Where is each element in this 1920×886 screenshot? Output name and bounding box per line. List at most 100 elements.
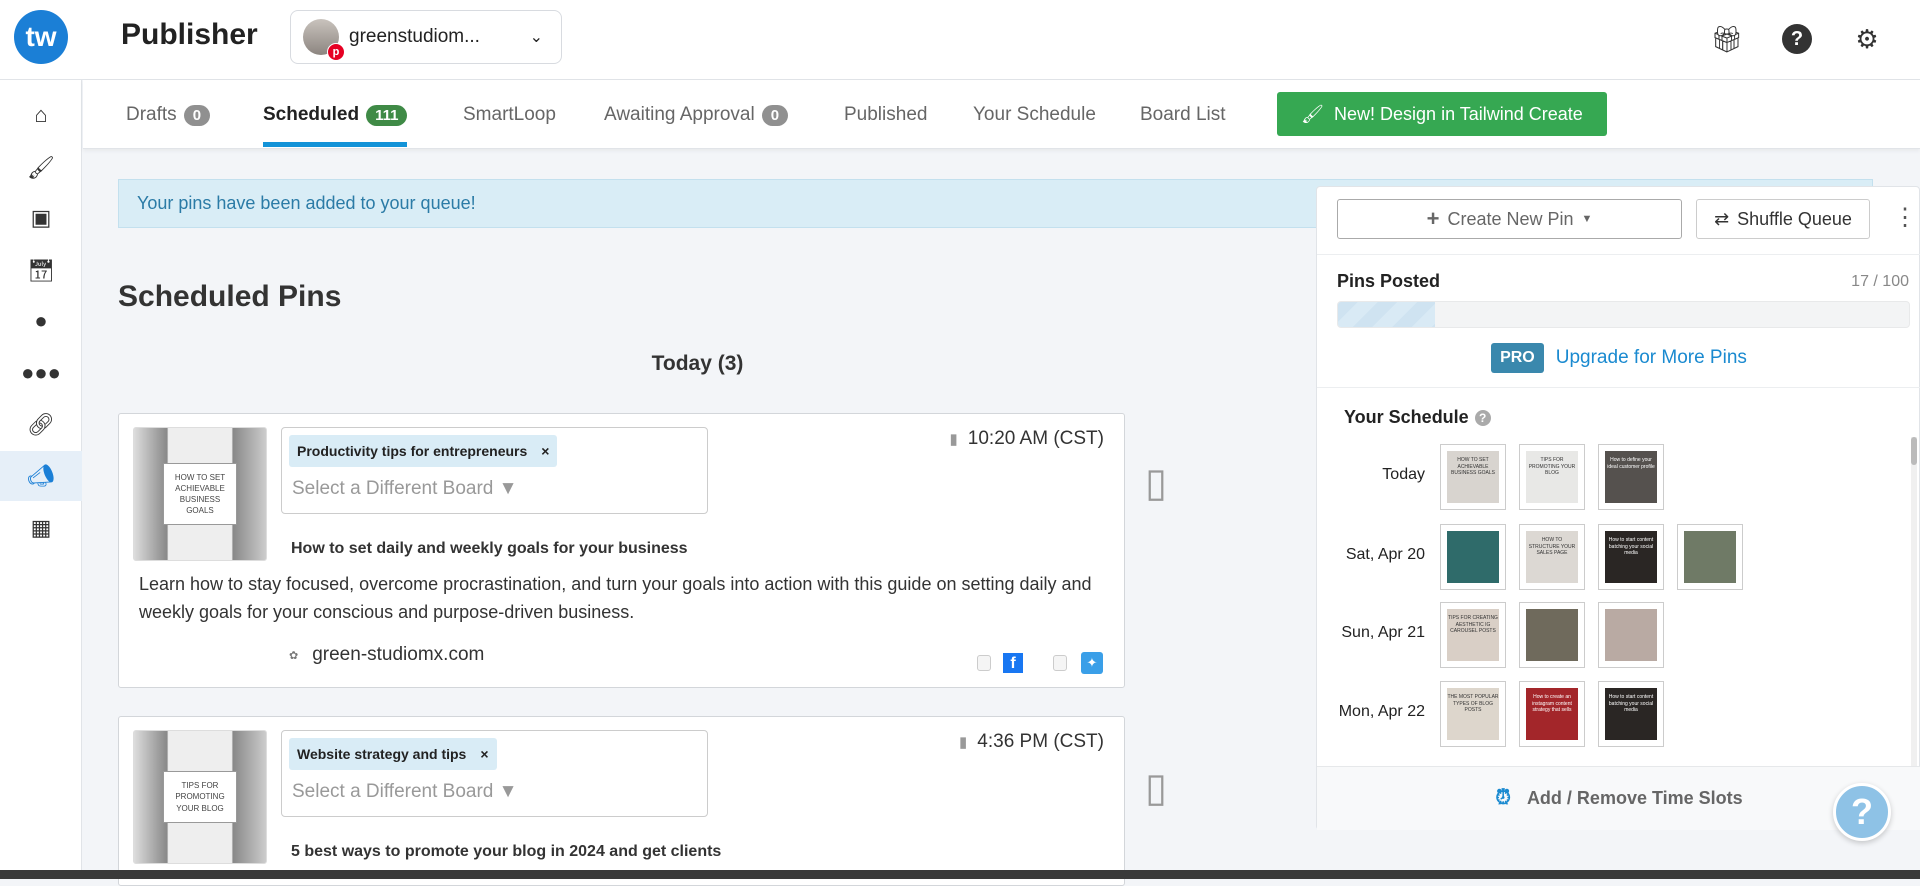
- tab-scheduled[interactable]: Scheduled 111: [263, 102, 408, 147]
- brush-icon[interactable]: 🖌︎: [0, 143, 82, 193]
- scheduled-pin-thumbnail[interactable]: TIPS FOR CREATING AESTHETIC IG CAROUSEL …: [1440, 602, 1506, 668]
- count-badge: 0: [183, 104, 211, 126]
- account-selector[interactable]: p greenstudiom... ⌄: [290, 10, 562, 64]
- scheduled-pin-thumbnail[interactable]: [1519, 602, 1585, 668]
- create-new-pin-button[interactable]: + Create New Pin ▼: [1337, 199, 1682, 239]
- board-selector[interactable]: Productivity tips for entrepreneurs × Sel…: [281, 427, 708, 514]
- design-in-tailwind-create-button[interactable]: 🖌︎ New! Design in Tailwind Create: [1277, 92, 1607, 136]
- schedule-day-label: Today: [1382, 466, 1425, 483]
- help-icon[interactable]: ?: [1782, 24, 1812, 54]
- chevron-down-icon: ⌄: [529, 29, 543, 46]
- thumbnail-text: How to start content batching your socia…: [1605, 531, 1657, 583]
- scheduled-pin-thumbnail[interactable]: [1677, 524, 1743, 590]
- help-icon[interactable]: ?: [1474, 409, 1491, 426]
- calendar-icon: ▮: [949, 431, 958, 448]
- heading-text: Your Schedule: [1344, 407, 1469, 427]
- calendar-icon: ▮: [959, 734, 968, 751]
- page-title: Publisher: [121, 18, 258, 51]
- tab-awaiting-approval[interactable]: Awaiting Approval 0: [604, 102, 789, 128]
- scheduled-pin-thumbnail[interactable]: How to start content batching your socia…: [1598, 524, 1664, 590]
- tab-your-schedule[interactable]: Your Schedule: [973, 102, 1096, 128]
- schedule-row: Mon, Apr 22 THE MOST POPULAR TYPES OF BLO…: [1317, 681, 1913, 751]
- board-chip: Productivity tips for entrepreneurs ×: [289, 435, 558, 467]
- pin-thumbnail[interactable]: HOW TO SET ACHIEVABLE BUSINESS GOALS: [133, 427, 267, 561]
- pinterest-icon: p: [327, 43, 345, 61]
- twitter-checkbox[interactable]: [1053, 655, 1067, 671]
- thumbnail-text: TIPS FOR PROMOTING YOUR BLOG: [163, 771, 237, 823]
- thumbnail-text: HOW TO SET ACHIEVABLE BUSINESS GOALS: [1447, 451, 1499, 503]
- gift-icon[interactable]: 🎁︎: [1710, 22, 1744, 56]
- scrollbar[interactable]: [1911, 437, 1917, 766]
- analytics-icon[interactable]: ▦: [0, 503, 82, 553]
- tab-drafts[interactable]: Drafts 0: [126, 102, 211, 128]
- time-label: 4:36 PM (CST): [977, 731, 1104, 752]
- scheduled-pin-thumbnail[interactable]: TIPS FOR PROMOTING YOUR BLOG: [1519, 444, 1585, 510]
- drag-reorder-icon[interactable]: ▯: [1145, 460, 1167, 506]
- scheduled-pin-thumbnail[interactable]: [1440, 524, 1506, 590]
- select-board-placeholder[interactable]: Select a Different Board ▼: [292, 478, 517, 500]
- people-icon[interactable]: ●●●: [0, 348, 82, 398]
- facebook-checkbox[interactable]: [977, 655, 991, 671]
- remove-board-button[interactable]: ×: [541, 443, 549, 459]
- favicon-icon: ✿: [289, 649, 299, 662]
- top-bar: tw Publisher p greenstudiom... ⌄ 🎁︎ ? ⚙: [0, 0, 1920, 80]
- thumbnail-text: HOW TO STRUCTURE YOUR SALES PAGE: [1526, 531, 1578, 583]
- button-label: Add / Remove Time Slots: [1526, 788, 1743, 808]
- thumbnail-text: THE MOST POPULAR TYPES OF BLOG POSTS: [1447, 688, 1499, 740]
- pin-description[interactable]: Learn how to stay focused, overcome proc…: [139, 570, 1099, 626]
- help-chat-button[interactable]: ?: [1833, 783, 1891, 841]
- shuffle-queue-button[interactable]: ⇄ Shuffle Queue: [1696, 199, 1870, 239]
- thumbnail-text: [1605, 609, 1657, 661]
- select-board-placeholder[interactable]: Select a Different Board ▼: [292, 781, 517, 803]
- calendar-icon[interactable]: 📅︎: [0, 246, 82, 296]
- scheduled-pin-thumbnail[interactable]: How to create an instagram content strat…: [1519, 681, 1585, 747]
- tab-board-list[interactable]: Board List: [1140, 102, 1226, 128]
- time-label: 10:20 AM (CST): [967, 428, 1104, 449]
- tab-published[interactable]: Published: [844, 102, 927, 128]
- pin-time[interactable]: ▮ 4:36 PM (CST): [959, 731, 1104, 753]
- scheduled-pin-thumbnail[interactable]: How to define your ideal customer profil…: [1598, 444, 1664, 510]
- add-remove-time-slots-button[interactable]: ⏰︎ Add / Remove Time Slots: [1317, 766, 1920, 830]
- drag-reorder-icon[interactable]: ▯: [1145, 765, 1167, 811]
- scrollbar-thumb[interactable]: [1911, 437, 1917, 465]
- scheduled-pin-thumbnail[interactable]: [1598, 602, 1664, 668]
- images-icon[interactable]: ▣: [0, 193, 82, 243]
- pro-badge: PRO: [1491, 343, 1544, 373]
- bird-icon[interactable]: ●: [0, 296, 82, 346]
- pin-card: HOW TO SET ACHIEVABLE BUSINESS GOALS Pro…: [118, 413, 1125, 688]
- board-chip: Website strategy and tips ×: [289, 738, 497, 770]
- tab-smartloop[interactable]: SmartLoop: [463, 102, 556, 128]
- pin-link[interactable]: ✿ green-studiomx.com: [289, 644, 484, 666]
- scheduled-pin-thumbnail[interactable]: THE MOST POPULAR TYPES OF BLOG POSTS: [1440, 681, 1506, 747]
- pin-title[interactable]: How to set daily and weekly goals for yo…: [291, 540, 688, 558]
- your-schedule-heading: Your Schedule?: [1344, 407, 1491, 428]
- thumbnail-text: How to create an instagram content strat…: [1526, 688, 1578, 740]
- divider: [1317, 254, 1920, 255]
- count-badge: 0: [761, 104, 789, 126]
- sidebar: ⌂ 🖌︎ ▣ 📅︎ ● ●●● 🔗︎ 📣︎ ▦: [0, 80, 82, 879]
- twitter-icon: ✦: [1081, 652, 1103, 674]
- pin-title[interactable]: 5 best ways to promote your blog in 2024…: [291, 843, 721, 861]
- section-title: Scheduled Pins: [118, 280, 342, 313]
- tailwind-logo[interactable]: tw: [14, 10, 68, 64]
- gear-icon[interactable]: ⚙: [1850, 22, 1884, 56]
- pin-thumbnail[interactable]: TIPS FOR PROMOTING YOUR BLOG: [133, 730, 267, 864]
- pin-time[interactable]: ▮ 10:20 AM (CST): [950, 428, 1104, 450]
- tab-bar: Drafts 0 Scheduled 111 SmartLoop Awaiting …: [83, 80, 1920, 149]
- day-heading: Today (3): [651, 352, 744, 375]
- scheduled-pin-thumbnail[interactable]: HOW TO SET ACHIEVABLE BUSINESS GOALS: [1440, 444, 1506, 510]
- queue-panel: + Create New Pin ▼ ⇄ Shuffle Queue ⋮ Pins P…: [1316, 186, 1920, 830]
- tab-label: Awaiting Approval: [604, 104, 755, 125]
- schedule-list[interactable]: Today HOW TO SET ACHIEVABLE BUSINESS GOAL…: [1317, 437, 1913, 766]
- more-options-icon[interactable]: ⋮: [1893, 203, 1917, 232]
- upgrade-link[interactable]: Upgrade for More Pins: [1556, 347, 1747, 369]
- remove-board-button[interactable]: ×: [480, 746, 488, 762]
- board-selector[interactable]: Website strategy and tips × Select a Diff…: [281, 730, 708, 817]
- board-name: Productivity tips for entrepreneurs: [297, 443, 528, 459]
- scheduled-pin-thumbnail[interactable]: How to start content batching your socia…: [1598, 681, 1664, 747]
- home-icon[interactable]: ⌂: [0, 90, 82, 140]
- megaphone-icon[interactable]: 📣︎: [0, 451, 82, 501]
- scheduled-pin-thumbnail[interactable]: HOW TO STRUCTURE YOUR SALES PAGE: [1519, 524, 1585, 590]
- link-icon[interactable]: 🔗︎: [0, 400, 82, 450]
- plus-icon: +: [1426, 206, 1440, 231]
